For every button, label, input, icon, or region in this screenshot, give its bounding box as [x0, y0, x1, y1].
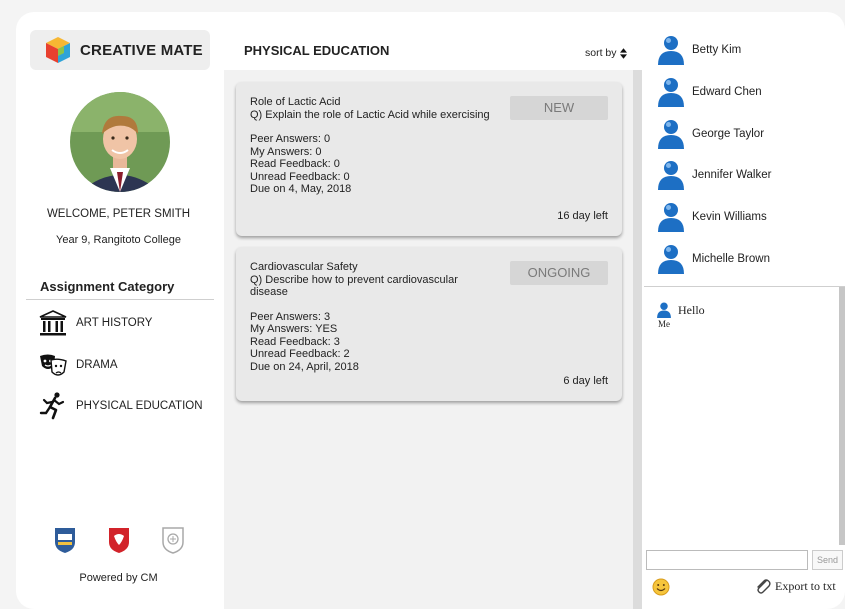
assignment-title: Role of Lactic Acid: [250, 96, 341, 108]
days-left: 6 day left: [563, 374, 608, 387]
sort-button[interactable]: sort by: [585, 47, 627, 59]
send-button[interactable]: Send: [812, 550, 843, 570]
status-badge: ONGOING: [510, 261, 608, 285]
export-label: Export to txt: [775, 578, 836, 593]
user-icon: [658, 203, 684, 232]
page-title: PHYSICAL EDUCATION: [244, 43, 390, 58]
contact-item[interactable]: Kevin Williams: [656, 201, 767, 233]
read-feedback: Read Feedback: 0: [250, 158, 340, 170]
user-icon: [658, 120, 684, 149]
contact-item[interactable]: George Taylor: [656, 118, 764, 150]
message-text: Hello: [678, 303, 705, 317]
emoji-icon[interactable]: [652, 578, 670, 596]
museum-icon: [39, 310, 67, 336]
assignment-title: Cardiovascular Safety: [250, 261, 358, 273]
welcome-text: WELCOME, PETER SMITH: [46, 208, 191, 220]
assignment-question: Q) Describe how to prevent cardiovascula…: [250, 273, 458, 299]
sort-arrows-icon: [619, 47, 627, 59]
category-label: PHYSICAL EDUCATION: [76, 400, 203, 412]
chat-scrollbar[interactable]: [839, 287, 845, 545]
assignment-list[interactable]: Role of Lactic Acid Q) Explain the role …: [224, 70, 642, 609]
category-physical-education[interactable]: PHYSICAL EDUCATION: [38, 391, 203, 421]
assignment-question: Q) Explain the role of Lactic Acid while…: [250, 108, 490, 121]
message-sender: Me: [658, 319, 670, 329]
contact-item[interactable]: Michelle Brown: [656, 243, 770, 275]
paperclip-icon: [757, 579, 771, 594]
contact-item[interactable]: Edward Chen: [656, 76, 762, 108]
school-logos: [16, 526, 221, 554]
cube-logo-icon: [46, 37, 70, 63]
user-icon: [658, 161, 684, 190]
category-art-history[interactable]: ART HISTORY: [38, 308, 152, 338]
chat-window[interactable]: Me Hello: [644, 286, 845, 546]
peer-answers: Peer Answers: 3: [250, 310, 331, 323]
right-panel: Betty Kim Edward Chen George Taylor Jenn…: [644, 12, 845, 609]
contact-name: Michelle Brown: [692, 253, 770, 265]
due-date: Due on 4, May, 2018: [250, 183, 352, 195]
read-feedback: Read Feedback: 3: [250, 335, 340, 348]
contact-name: Edward Chen: [692, 86, 762, 98]
user-icon: [657, 302, 671, 318]
category-label: DRAMA: [76, 359, 118, 371]
unread-feedback: Unread Feedback: 2: [250, 348, 350, 360]
days-left: 16 day left: [557, 209, 608, 222]
status-badge: NEW: [510, 96, 608, 120]
assignment-scrollbar[interactable]: [633, 70, 642, 609]
contact-item[interactable]: Jennifer Walker: [656, 159, 771, 191]
contact-name: Kevin Williams: [692, 211, 767, 223]
theatre-masks-icon: [40, 354, 67, 376]
chat-message: Me Hello: [656, 301, 705, 329]
category-label: ART HISTORY: [76, 317, 153, 329]
my-answers: My Answers: 0: [250, 145, 322, 158]
school-text: Year 9, Rangitoto College: [56, 234, 181, 246]
user-icon: [658, 36, 684, 65]
school-crest-red-icon[interactable]: [106, 526, 132, 554]
app-logo[interactable]: CREATIVE MATE: [30, 30, 210, 70]
school-crest-grey-icon[interactable]: [160, 526, 186, 554]
due-date: Due on 24, April, 2018: [250, 360, 359, 373]
contact-name: Jennifer Walker: [692, 169, 772, 181]
sort-label: sort by: [585, 47, 617, 59]
school-crest-blue-icon[interactable]: [52, 526, 78, 554]
chat-input[interactable]: [646, 550, 808, 570]
user-icon: [658, 78, 684, 107]
assignment-card[interactable]: Cardiovascular Safety Q) Describe how to…: [236, 247, 622, 401]
my-answers: My Answers: YES: [250, 323, 338, 335]
contact-item[interactable]: Betty Kim: [656, 34, 741, 66]
contact-name: Betty Kim: [692, 44, 742, 56]
peer-answers: Peer Answers: 0: [250, 133, 331, 145]
user-icon: [658, 245, 684, 274]
category-divider: [26, 299, 214, 300]
export-button[interactable]: Export to txt: [754, 577, 836, 595]
app-frame: CREATIVE MATE WELCOME, PETER SMITH Year …: [16, 12, 845, 609]
assignment-card[interactable]: Role of Lactic Acid Q) Explain the role …: [236, 82, 622, 236]
unread-feedback: Unread Feedback: 0: [250, 170, 350, 183]
category-drama[interactable]: DRAMA: [38, 350, 118, 380]
logo-text: CREATIVE MATE: [80, 41, 203, 59]
runner-icon: [39, 392, 65, 420]
left-sidebar: CREATIVE MATE WELCOME, PETER SMITH Year …: [16, 12, 221, 609]
category-title: Assignment Category: [40, 279, 175, 294]
powered-by-text: Powered by CM: [79, 572, 158, 584]
user-avatar[interactable]: [70, 92, 170, 192]
contact-name: George Taylor: [692, 128, 765, 140]
